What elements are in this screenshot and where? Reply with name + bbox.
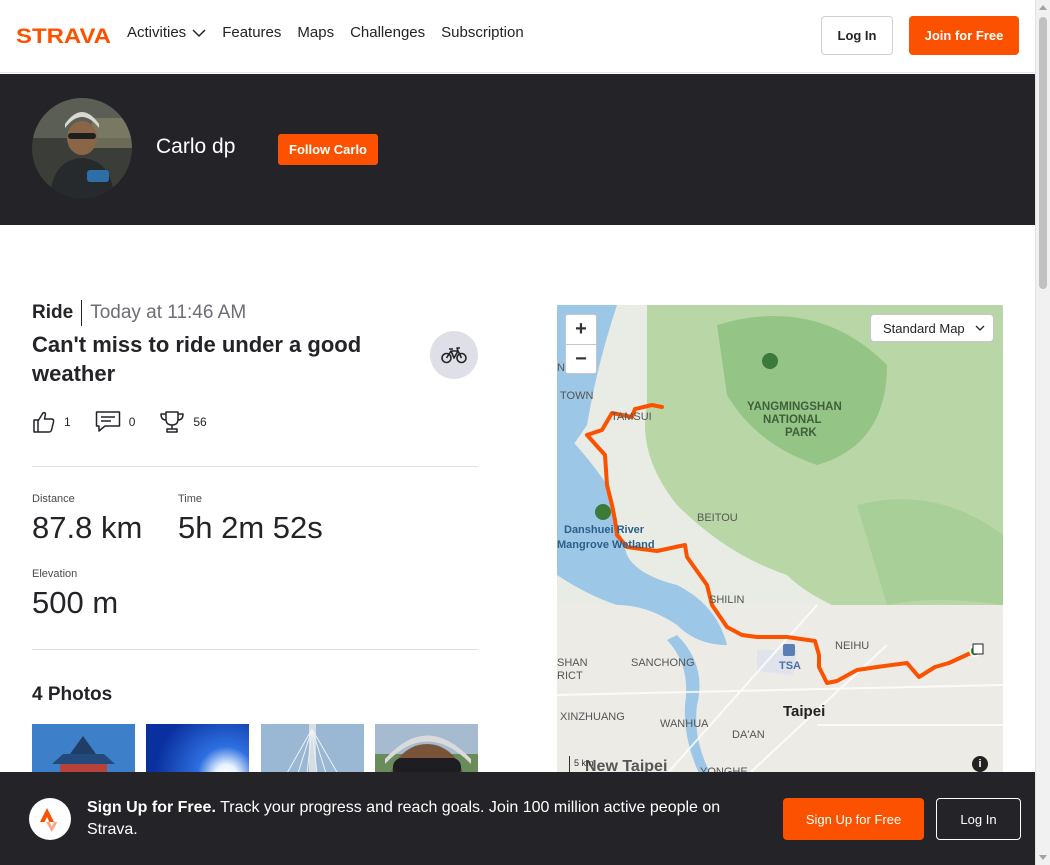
zoom-controls: + −	[565, 314, 597, 374]
social-stats: 1 0 56	[32, 410, 231, 434]
map-label: Danshuei River	[564, 524, 645, 536]
comment-icon	[95, 411, 120, 432]
zoom-in-button[interactable]: +	[566, 315, 596, 344]
map-label: WANHUA	[660, 718, 709, 730]
map-style-select[interactable]: Standard Map	[870, 314, 994, 342]
chevron-down-icon	[192, 28, 206, 37]
athlete-name[interactable]: Carlo dp	[156, 135, 235, 159]
avatar-image	[32, 98, 132, 198]
thumbs-up-icon	[33, 411, 55, 433]
divider	[32, 466, 478, 467]
trophy-icon	[160, 411, 185, 433]
photos-title: 4 Photos	[32, 684, 113, 705]
map-label: Mangrove Wetland	[557, 539, 655, 551]
sport-badge	[430, 331, 478, 379]
distance-value: 87.8 km	[32, 510, 143, 545]
distance-label: Distance	[32, 493, 75, 505]
time-value: 5h 2m 52s	[178, 510, 323, 545]
nav-challenges-label: Challenges	[350, 24, 426, 41]
top-nav: STRAVA Activities Features Maps Challeng…	[0, 0, 1035, 73]
info-icon[interactable]: i	[972, 756, 988, 772]
map-label: TSA	[779, 660, 801, 672]
finish-flag	[972, 643, 984, 655]
zoom-out-button[interactable]: −	[566, 344, 596, 373]
map-label: TOWN	[560, 390, 593, 402]
signup-bold: Sign Up for Free.	[87, 799, 216, 816]
comments-count: 0	[128, 415, 136, 429]
chevron-down-icon	[975, 325, 985, 331]
divider	[32, 649, 478, 650]
comments-button[interactable]: 0	[95, 410, 136, 434]
activity-header: Ride Today at 11:46 AM	[32, 300, 246, 326]
route-map[interactable]: TAMSUI YANGMINGSHAN NATIONAL PARK BEITOU…	[557, 305, 1003, 785]
follow-button[interactable]: Follow Carlo	[278, 134, 378, 165]
achievements[interactable]: 56	[159, 410, 207, 434]
map-label: Taipei	[783, 703, 825, 720]
activity-datetime: Today at 11:46 AM	[90, 302, 247, 323]
bicycle-icon	[441, 347, 467, 364]
map-canvas: TAMSUI YANGMINGSHAN NATIONAL PARK BEITOU…	[557, 305, 1003, 785]
signup-bar: Sign Up for Free. Track your progress an…	[0, 772, 1035, 865]
scroll-thumb[interactable]	[1039, 17, 1047, 289]
map-label: NEIHU	[835, 640, 869, 652]
strava-chevron-icon	[40, 808, 58, 832]
avatar[interactable]	[32, 98, 132, 198]
signup-button[interactable]: Sign Up for Free	[783, 798, 924, 840]
map-label: YANGMINGSHAN	[747, 401, 842, 413]
nav-challenges[interactable]: Challenges	[350, 24, 425, 41]
map-label: PARK	[785, 427, 817, 439]
join-button[interactable]: Join for Free	[909, 16, 1019, 55]
scroll-up-arrow[interactable]	[1039, 5, 1047, 10]
map-label: BEITOU	[697, 512, 738, 524]
nav-maps[interactable]: Maps	[297, 24, 334, 41]
map-label: RICT	[557, 670, 583, 682]
strava-logo-icon	[29, 798, 71, 840]
time-label: Time	[178, 493, 203, 505]
brand-text: STRAVA	[16, 26, 111, 46]
athlete-banner: Carlo dp Follow Carlo	[0, 74, 1035, 225]
kudos-count: 1	[64, 415, 71, 429]
nav-activities[interactable]: Activities	[127, 24, 206, 41]
kudos-button[interactable]: 1	[32, 410, 71, 434]
activity-title: Can't miss to ride under a good weather	[32, 332, 362, 386]
map-label: TAMSUI	[611, 411, 652, 423]
achievements-count: 56	[193, 415, 207, 429]
page: STRAVA Activities Features Maps Challeng…	[0, 0, 1050, 865]
map-label: DA'AN	[732, 729, 765, 741]
activity-type: Ride	[32, 300, 83, 326]
map-label: SHAN	[557, 657, 588, 669]
scroll-down-arrow[interactable]	[1039, 855, 1047, 860]
nav-subscription-label: Subscription	[441, 24, 524, 41]
map-label: SANCHONG	[631, 657, 695, 669]
nav-links: Activities Features Maps Challenges Subs…	[127, 24, 524, 41]
login-button[interactable]: Log In	[821, 16, 893, 55]
nav-features-label: Features	[222, 24, 282, 41]
elevation-value: 500 m	[32, 585, 119, 620]
scrollbar[interactable]	[1035, 0, 1050, 865]
elevation-label: Elevation	[32, 568, 78, 580]
strava-logo[interactable]: STRAVA	[16, 26, 112, 46]
map-label: NATIONAL	[763, 414, 822, 426]
map-style-label: Standard Map	[883, 320, 965, 336]
nav-features[interactable]: Features	[222, 24, 281, 41]
signup-text: Sign Up for Free. Track your progress an…	[87, 797, 747, 841]
login-button-bottom[interactable]: Log In	[936, 798, 1021, 840]
map-label: SHILIN	[709, 594, 745, 606]
nav-maps-label: Maps	[297, 24, 335, 41]
nav-subscription[interactable]: Subscription	[441, 24, 524, 41]
nav-activities-label: Activities	[127, 24, 187, 41]
map-label: XINZHUANG	[560, 711, 625, 723]
